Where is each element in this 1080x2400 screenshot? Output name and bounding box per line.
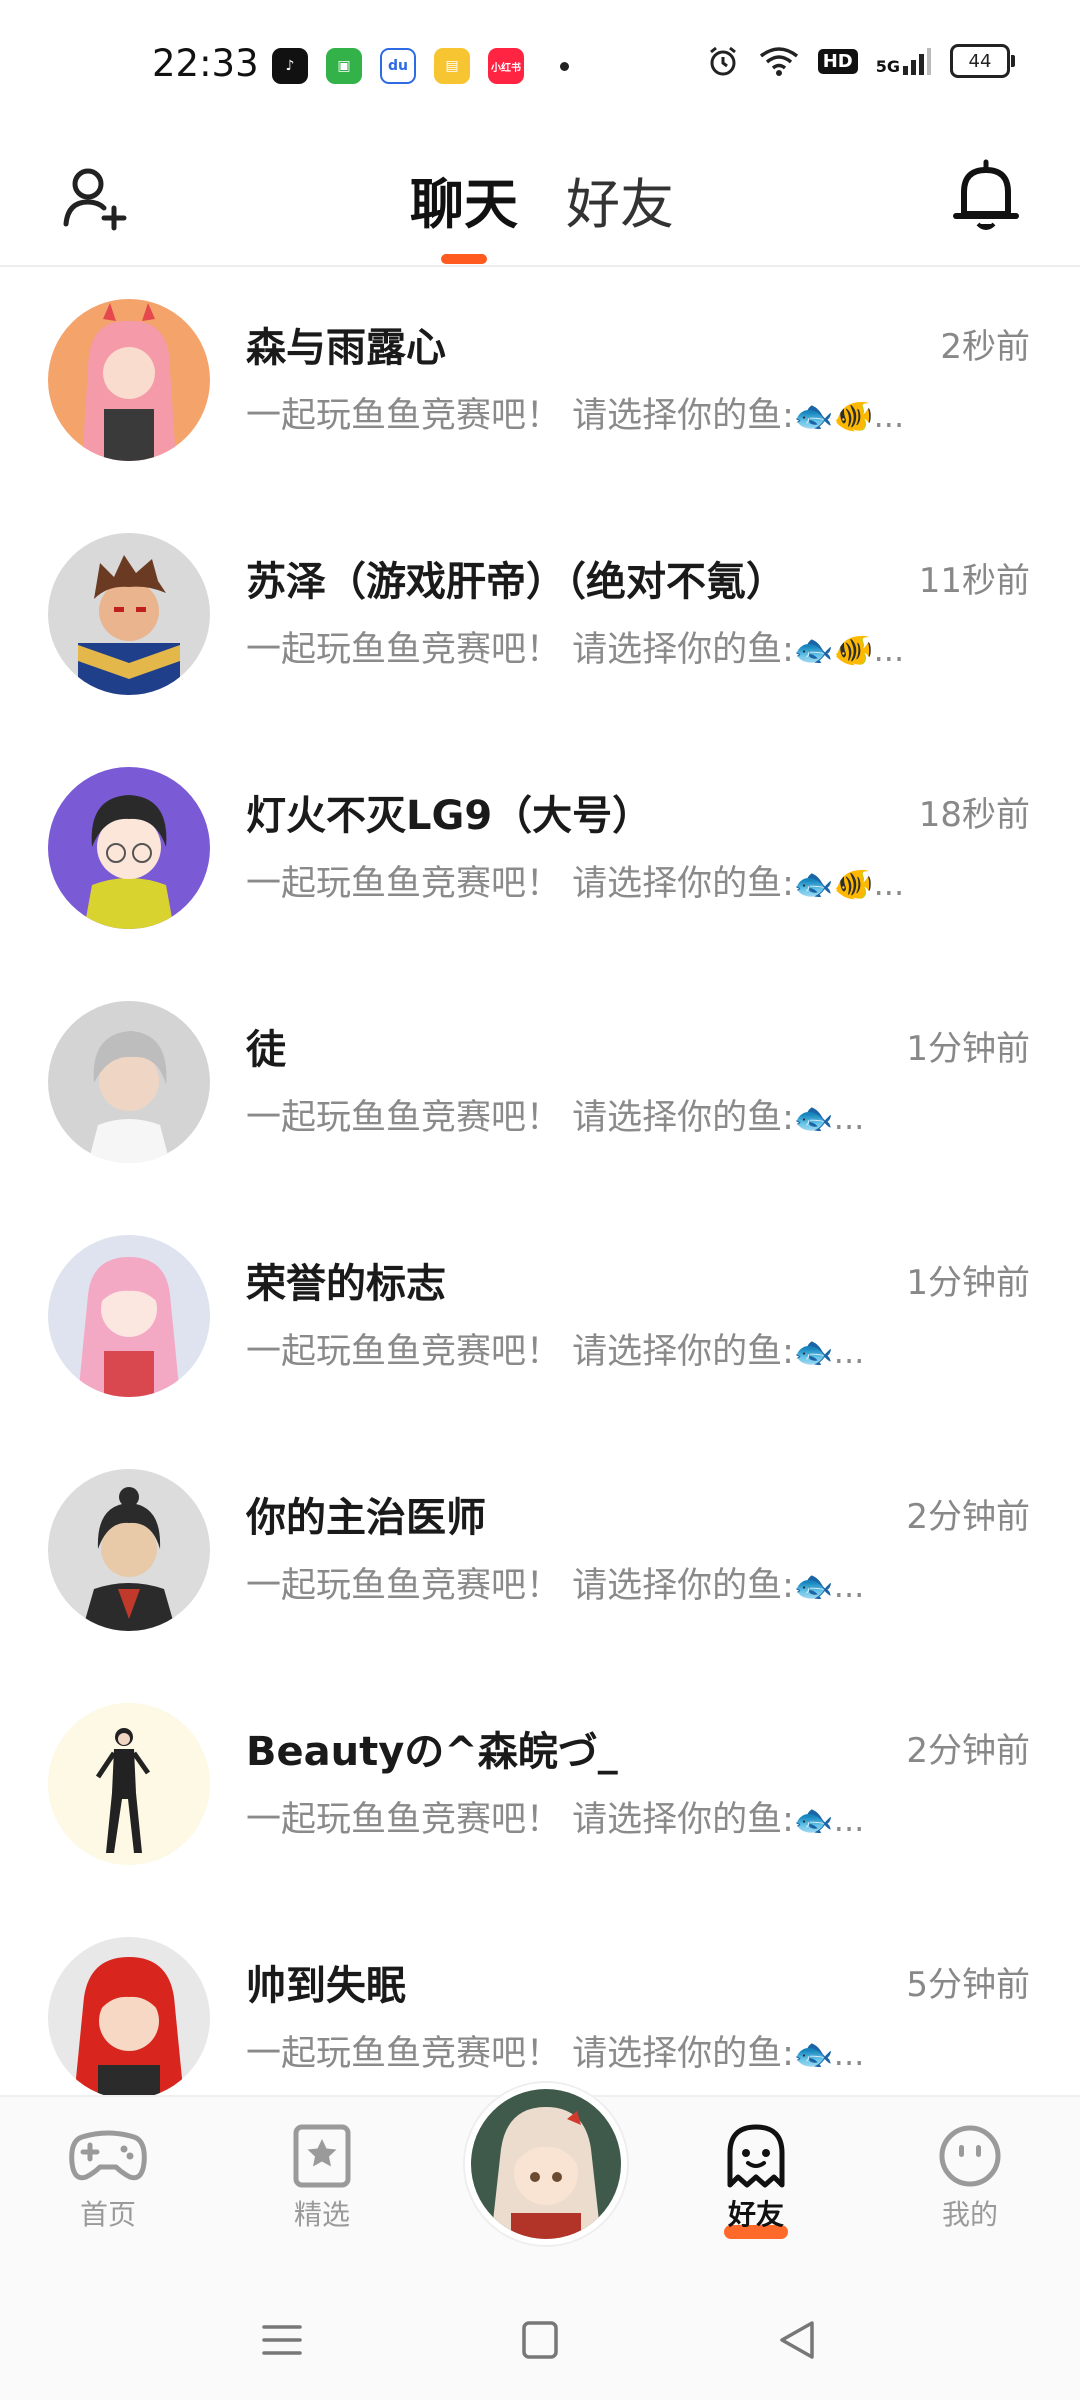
avatar[interactable] [48, 1703, 210, 1865]
avatar[interactable] [48, 767, 210, 929]
fish-emoji: 🐟🐠... [793, 397, 905, 435]
contact-name: 徒 [246, 1027, 286, 1073]
wechat-mini-icon: ▣ [326, 48, 362, 84]
ghost-friends-icon [727, 2124, 785, 2188]
message-time: 1分钟前 [906, 1263, 1030, 1303]
nav-profile[interactable]: 我的 [900, 2123, 1040, 2233]
chat-row[interactable]: 你的主治医师 2分钟前 一起玩鱼鱼竞赛吧！ 请选择你的鱼:🐟... [0, 1435, 1080, 1669]
message-time: 18秒前 [918, 795, 1030, 835]
menu-icon[interactable] [252, 2315, 312, 2365]
tab-chat[interactable]: 聊天 [410, 160, 518, 239]
baidu-icon: du [380, 48, 416, 84]
avatar[interactable] [48, 1469, 210, 1631]
message-time: 5分钟前 [906, 1965, 1030, 2005]
xiaohongshu-icon: 小红书 [488, 48, 524, 84]
alarm-icon [709, 46, 736, 76]
message-preview: 一起玩鱼鱼竞赛吧！ 请选择你的鱼:🐟🐠... [246, 864, 905, 904]
nav-friends[interactable]: 好友 [686, 2123, 826, 2239]
chat-row[interactable]: 徒 1分钟前 一起玩鱼鱼竞赛吧！ 请选择你的鱼:🐟... [0, 967, 1080, 1201]
fish-emoji: 🐟... [793, 2035, 865, 2073]
message-time: 2分钟前 [906, 1497, 1030, 1537]
contact-name: 苏泽（游戏肝帝）（绝对不氪） [246, 559, 786, 605]
message-preview: 一起玩鱼鱼竞赛吧！ 请选择你的鱼:🐟... [246, 1566, 865, 1606]
message-preview: 一起玩鱼鱼竞赛吧！ 请选择你的鱼:🐟🐠... [246, 630, 905, 670]
message-preview: 一起玩鱼鱼竞赛吧！ 请选择你的鱼:🐟... [246, 1800, 865, 1840]
chat-row[interactable]: 灯火不灭LG9（大号） 18秒前 一起玩鱼鱼竞赛吧！ 请选择你的鱼:🐟🐠... [0, 733, 1080, 967]
battery-level: 44 [968, 50, 992, 72]
app-screen: 22:33 ♪ ▣ du ▤ 小红书 HD 5G 44 聊天 好友 森与雨露心 … [0, 0, 1080, 2400]
fish-emoji: 🐟... [793, 1567, 865, 1605]
active-tab-indicator [441, 254, 487, 264]
hd-badge: HD [817, 48, 858, 74]
message-preview: 一起玩鱼鱼竞赛吧！ 请选择你的鱼:🐟... [246, 1332, 865, 1372]
gamepad-icon [69, 2130, 147, 2181]
message-time: 1分钟前 [906, 1029, 1030, 1069]
chat-row[interactable]: 荣誉的标志 1分钟前 一起玩鱼鱼竞赛吧！ 请选择你的鱼:🐟... [0, 1201, 1080, 1435]
chat-row[interactable]: 帅到失眠 5分钟前 一起玩鱼鱼竞赛吧！ 请选择你的鱼:🐟... [0, 1903, 1080, 2095]
nav-home[interactable]: 首页 [38, 2123, 178, 2233]
bottom-nav: 首页 精选 好友 我的 [0, 2083, 1080, 2287]
add-user-icon [63, 168, 127, 231]
contact-name: Beautyの^森皖づ_ [246, 1729, 618, 1775]
nav-label: 我的 [941, 2198, 998, 2231]
fish-emoji: 🐟... [793, 1333, 865, 1371]
nav-featured[interactable]: 精选 [252, 2123, 392, 2233]
back-triangle-icon[interactable] [768, 2315, 828, 2365]
system-nav-bar [0, 2285, 1080, 2400]
star-bookmark-icon [293, 2124, 351, 2188]
smiley-profile-icon [939, 2125, 1001, 2187]
add-friend-button[interactable] [58, 160, 134, 236]
battery-icon: 44 [950, 44, 1015, 78]
wifi-icon [759, 47, 798, 76]
status-indicators: HD 5G 44 [706, 44, 1015, 78]
contact-name: 荣誉的标志 [246, 1261, 446, 1307]
status-time: 22:33 [152, 42, 259, 85]
network-type: 5G [875, 57, 900, 76]
center-avatar-image [471, 2089, 621, 2239]
message-preview: 一起玩鱼鱼竞赛吧！ 请选择你的鱼:🐟... [246, 2034, 865, 2074]
nav-label: 精选 [293, 2198, 350, 2231]
status-app-icons: ♪ ▣ du ▤ 小红书 [272, 48, 569, 84]
contact-name: 帅到失眠 [246, 1963, 406, 2009]
bell-icon [953, 159, 1019, 230]
chat-row[interactable]: Beautyの^森皖づ_ 2分钟前 一起玩鱼鱼竞赛吧！ 请选择你的鱼:🐟... [0, 1669, 1080, 1903]
top-header: 聊天 好友 [0, 130, 1080, 267]
fish-emoji: 🐟... [793, 1801, 865, 1839]
cell-signal: 5G [876, 46, 932, 76]
contact-name: 你的主治医师 [246, 1495, 486, 1541]
avatar[interactable] [48, 1937, 210, 2095]
message-time: 2分钟前 [906, 1731, 1030, 1771]
contact-name: 森与雨露心 [246, 325, 446, 371]
nav-label: 好友 [727, 2198, 784, 2231]
center-profile-avatar[interactable] [465, 2083, 627, 2245]
message-time: 11秒前 [918, 561, 1030, 601]
notification-dot-icon [560, 61, 569, 71]
fish-emoji: 🐟🐠... [793, 865, 905, 903]
message-preview: 一起玩鱼鱼竞赛吧！ 请选择你的鱼:🐟🐠... [246, 396, 905, 436]
signal-bars-icon [903, 48, 931, 75]
fish-emoji: 🐟... [793, 1099, 865, 1137]
home-square-icon[interactable] [510, 2315, 570, 2365]
status-bar: 22:33 ♪ ▣ du ▤ 小红书 HD 5G 44 [0, 0, 1080, 130]
avatar[interactable] [48, 1001, 210, 1163]
fish-emoji: 🐟🐠... [793, 631, 905, 669]
notifications-button[interactable] [948, 156, 1024, 236]
contact-name: 灯火不灭LG9（大号） [246, 793, 653, 839]
message-preview: 一起玩鱼鱼竞赛吧！ 请选择你的鱼:🐟... [246, 1098, 865, 1138]
chat-row[interactable]: 森与雨露心 2秒前 一起玩鱼鱼竞赛吧！ 请选择你的鱼:🐟🐠... [0, 265, 1080, 499]
chat-list[interactable]: 森与雨露心 2秒前 一起玩鱼鱼竞赛吧！ 请选择你的鱼:🐟🐠... 苏泽（游戏肝帝… [0, 265, 1080, 2095]
avatar[interactable] [48, 533, 210, 695]
message-time: 2秒前 [940, 327, 1030, 367]
notes-icon: ▤ [434, 48, 470, 84]
avatar[interactable] [48, 1235, 210, 1397]
avatar[interactable] [48, 299, 210, 461]
chat-row[interactable]: 苏泽（游戏肝帝）（绝对不氪） 11秒前 一起玩鱼鱼竞赛吧！ 请选择你的鱼:🐟🐠.… [0, 499, 1080, 733]
nav-label: 首页 [79, 2198, 136, 2231]
tiktok-icon: ♪ [272, 48, 308, 84]
tab-friends[interactable]: 好友 [566, 160, 674, 239]
